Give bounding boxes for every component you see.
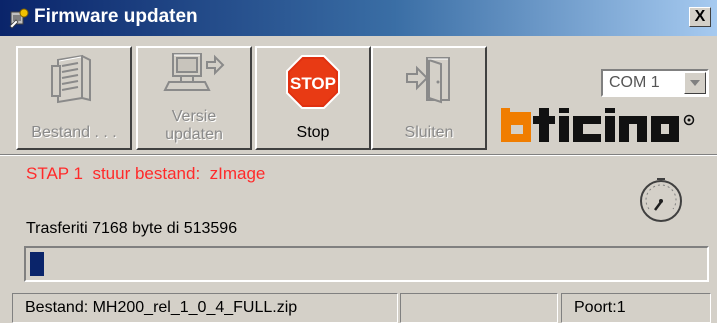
transfer-status-text: Trasferiti 7168 byte di 513596 [26,220,238,237]
com-port-select[interactable]: COM 1 [601,69,709,97]
status-file-panel: Bestand: MH200_rel_1_0_4_FULL.zip [12,293,398,323]
stop-sign-icon: STOP [286,55,340,109]
bestand-button[interactable]: Bestand . . . [16,46,132,150]
com-port-value: COM 1 [609,74,660,91]
versie-updaten-label-line1: Versie [171,108,217,125]
status-bar: Bestand: MH200_rel_1_0_4_FULL.zip Poort:… [0,291,717,323]
versie-updaten-button[interactable]: Versie updaten [136,46,252,150]
status-port-panel: Poort:1 [561,293,711,323]
toolbar-separator [0,154,717,156]
status-middle-panel [400,293,558,323]
close-button[interactable]: X [689,7,711,27]
bestand-button-label: Bestand . . . [31,124,117,141]
versie-updaten-label-line2: updaten [165,126,223,143]
progress-bar [24,246,709,282]
title-bar[interactable]: Firmware updaten X [0,0,717,36]
step-status-text: STAP 1 stuur bestand: zImage [26,164,266,183]
chevron-down-icon [690,80,700,86]
svg-text:STOP: STOP [290,74,336,93]
window-title: Firmware updaten [34,6,198,27]
computer-upload-icon [163,53,225,91]
firmware-update-window: Firmware updaten X Bestand . . . Versie … [0,0,717,323]
dropdown-arrow-button[interactable] [684,72,706,94]
gauge-icon [640,178,682,222]
versie-updaten-label: Versie updaten [138,108,250,144]
firmware-app-icon [9,8,29,29]
file-cabinet-icon [51,54,91,104]
close-icon: X [694,8,706,25]
bticino-logo [501,108,695,142]
stop-button[interactable]: STOP Stop [255,46,371,150]
sluiten-button-label: Sluiten [404,124,454,141]
sluiten-button[interactable]: Sluiten [371,46,487,150]
exit-door-icon [406,57,450,104]
stop-button-label: Stop [296,124,330,141]
progress-fill [30,252,44,276]
